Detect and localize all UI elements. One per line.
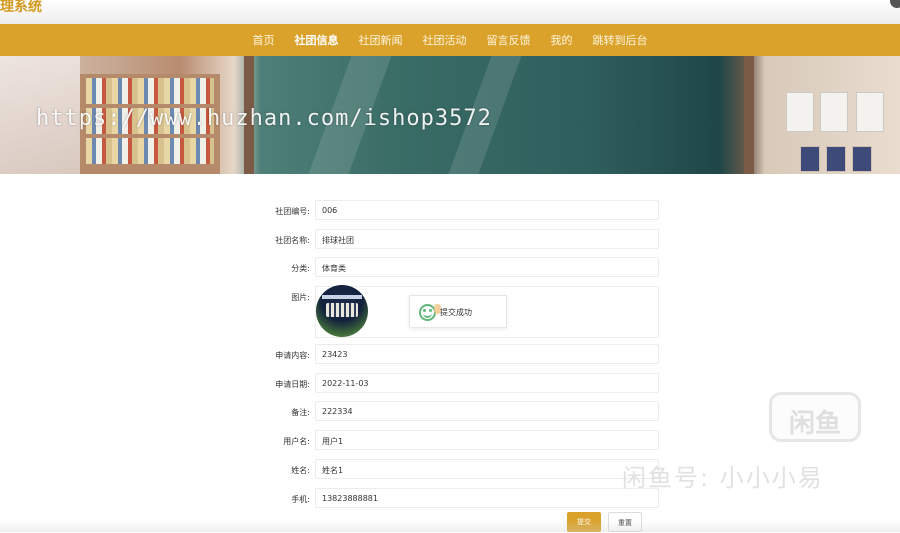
reset-button[interactable]: 重置 xyxy=(608,512,642,532)
form-row-phone: 手机: 13823888881 xyxy=(258,486,660,515)
banner-poster xyxy=(800,146,820,172)
field-label: 社团编号: xyxy=(275,207,310,216)
form-row-category: 分类: 体育类 xyxy=(258,255,660,284)
bottom-shade xyxy=(0,520,900,532)
banner-notice xyxy=(786,92,814,132)
form-row-club-name: 社团名称: 排球社团 xyxy=(258,227,660,256)
club-name-field[interactable] xyxy=(315,228,659,249)
field-value: 用户1 xyxy=(322,437,344,447)
submit-button[interactable]: 提交 xyxy=(567,512,601,532)
field-label: 用户名: xyxy=(283,437,310,447)
form-row-apply-content: 申请内容: 23423 xyxy=(258,342,660,371)
form-row-remark: 备注: 222334 xyxy=(258,399,660,428)
main-nav: 首页 社团信息 社团新闻 社团活动 留言反馈 我的 跳转到后台 xyxy=(0,24,900,56)
field-value: 2022-11-03 xyxy=(322,378,369,388)
watermark-logo-text: 闲鱼 xyxy=(788,409,841,439)
url-watermark: https://www.huzhan.com/ishop3572 xyxy=(36,106,492,131)
nav-item-feedback[interactable]: 留言反馈 xyxy=(487,32,531,48)
field-label: 社团名称: xyxy=(275,235,310,245)
field-label: 申请内容: xyxy=(275,351,310,361)
success-toast: 提交成功 xyxy=(409,295,507,328)
banner-notice xyxy=(856,92,884,132)
bookshelf-row xyxy=(86,78,214,104)
banner-poster xyxy=(826,146,846,172)
field-label: 申请日期: xyxy=(275,379,310,389)
nav-item-mine[interactable]: 我的 xyxy=(551,32,573,48)
field-value: 13823888881 xyxy=(322,493,378,503)
field-value: 222334 xyxy=(322,407,353,417)
club-detail-form: 社团编号: 006 社团名称: 排球社团 分类: 体育类 图片: 申请内容: 2… xyxy=(258,198,660,514)
banner-pillar xyxy=(744,56,754,174)
nav-item-club-activities[interactable]: 社团活动 xyxy=(423,32,467,48)
top-bar: 理系统 xyxy=(0,0,900,24)
bookshelf-row xyxy=(86,138,214,164)
banner-poster xyxy=(852,146,872,172)
nav-item-home[interactable]: 首页 xyxy=(253,32,275,48)
nav-item-club-news[interactable]: 社团新闻 xyxy=(359,32,403,48)
username-field[interactable] xyxy=(315,430,659,451)
form-row-name: 姓名: 姓名1 xyxy=(258,457,660,486)
xianyu-logo-watermark: 闲鱼 xyxy=(769,392,861,442)
hero-banner: https://www.huzhan.com/ishop3572 xyxy=(0,56,900,174)
apply-content-field[interactable] xyxy=(315,344,659,365)
toast-message: 提交成功 xyxy=(440,308,472,317)
field-value: 排球社团 xyxy=(322,235,354,245)
field-label: 手机: xyxy=(291,494,310,504)
field-label: 备注: xyxy=(291,408,310,418)
field-value: 体育类 xyxy=(322,264,346,274)
remark-field[interactable] xyxy=(315,401,659,422)
field-label: 姓名: xyxy=(291,465,310,475)
window-control-icon[interactable] xyxy=(890,0,900,8)
nav-item-admin[interactable]: 跳转到后台 xyxy=(593,32,648,48)
field-value: 姓名1 xyxy=(322,465,344,475)
form-row-club-id: 社团编号: 006 xyxy=(258,198,660,227)
site-title: 理系统 xyxy=(0,0,42,15)
photo-banner xyxy=(322,295,362,300)
field-label: 图片: xyxy=(291,293,310,303)
category-field[interactable] xyxy=(315,257,659,278)
banner-notice xyxy=(820,92,848,132)
form-row-apply-date: 申请日期: 2022-11-03 xyxy=(258,371,660,400)
field-label: 分类: xyxy=(291,264,310,274)
form-row-username: 用户名: 用户1 xyxy=(258,428,660,457)
field-value: 006 xyxy=(322,206,338,215)
nav-item-club-info[interactable]: 社团信息 xyxy=(295,32,339,48)
xianyu-id-watermark: 闲鱼号: 小小小易 xyxy=(622,464,824,492)
field-value: 23423 xyxy=(322,350,348,360)
photo-people xyxy=(326,303,358,318)
club-image[interactable] xyxy=(316,285,368,338)
club-id-field[interactable] xyxy=(315,200,659,220)
name-field[interactable] xyxy=(315,458,659,479)
